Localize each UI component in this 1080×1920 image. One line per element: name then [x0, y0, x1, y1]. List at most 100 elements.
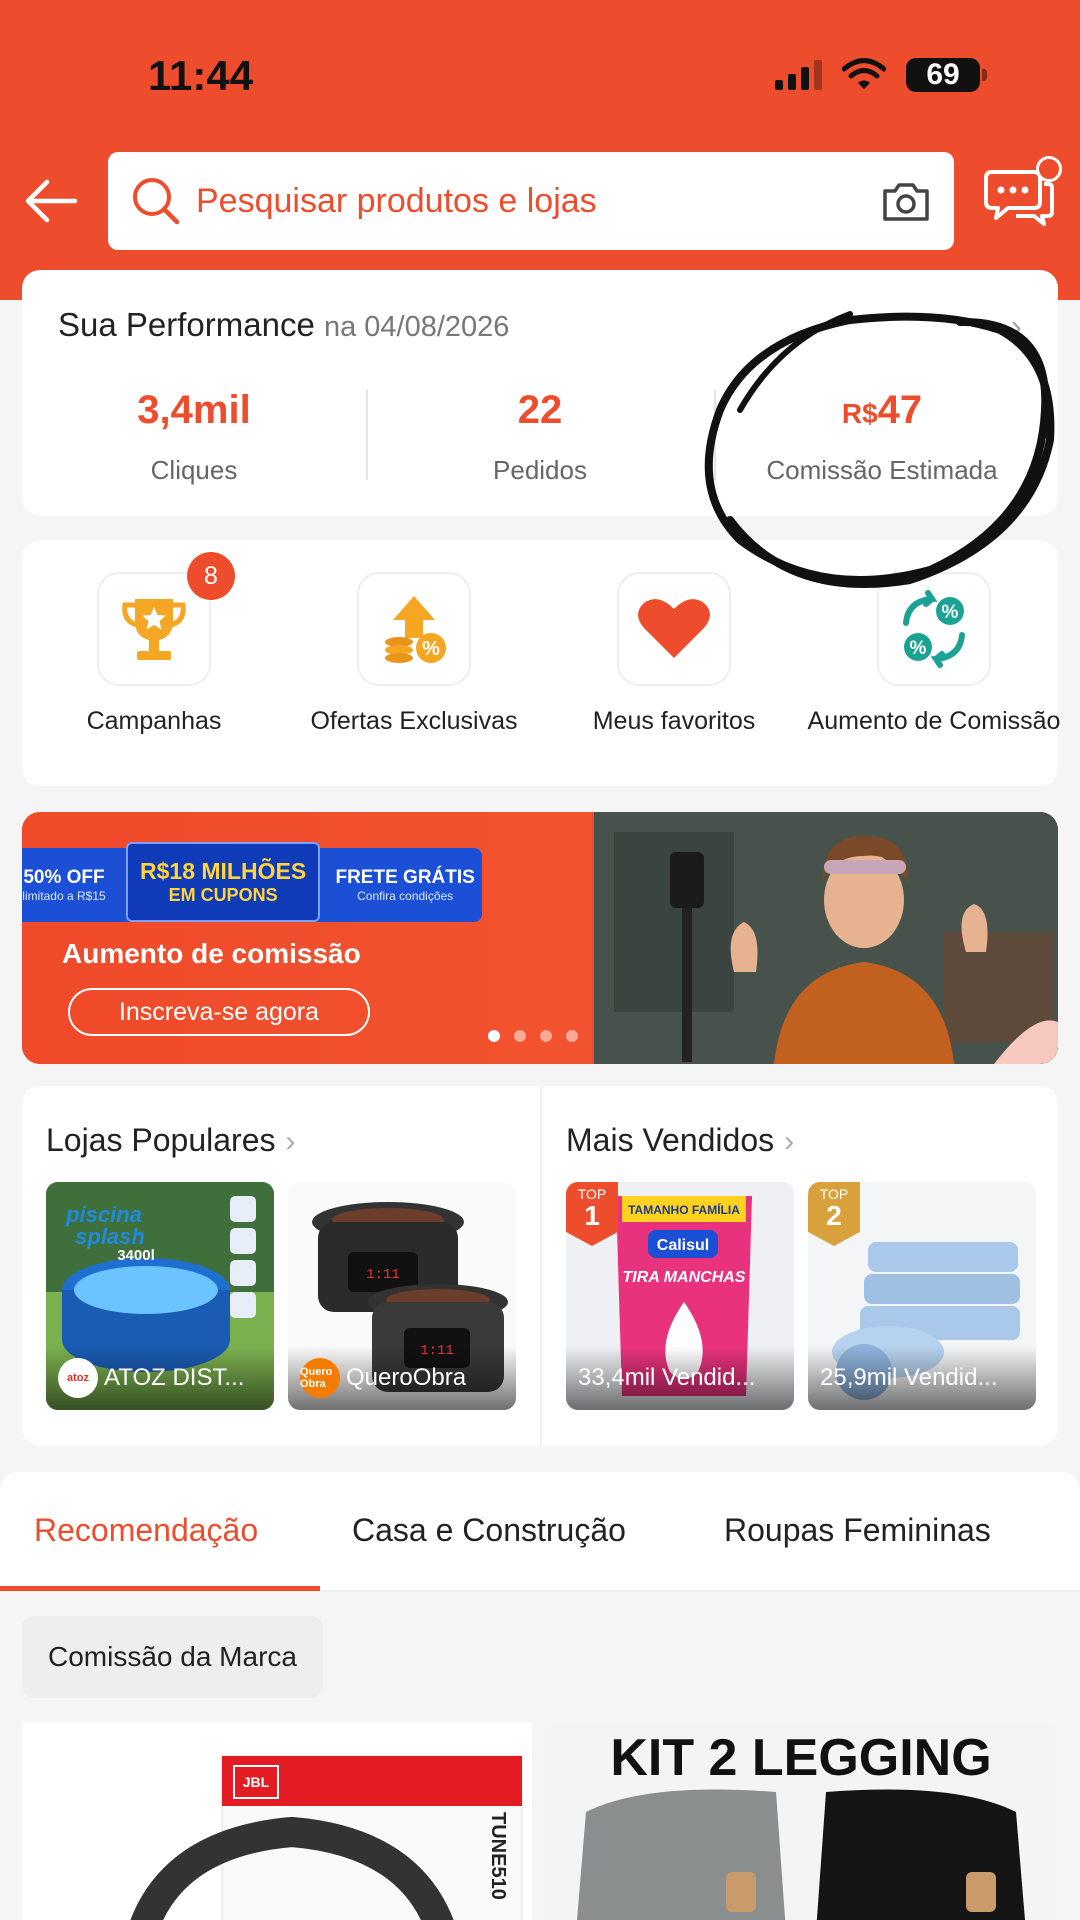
- notification-dot: [1036, 156, 1062, 182]
- store-name: ATOZ DIST...: [104, 1364, 245, 1391]
- metric-divider: [366, 390, 368, 480]
- tab-casa-e-construcao[interactable]: Casa e Construção: [352, 1512, 626, 1549]
- heart-icon: [638, 599, 710, 658]
- svg-text:%: %: [910, 638, 927, 659]
- coins-percent-icon: %: [385, 596, 446, 663]
- tab-recomendacao[interactable]: Recomendação: [34, 1512, 258, 1549]
- header-bar: [0, 0, 1080, 300]
- notification-badge: 8: [187, 552, 235, 600]
- percent-exchange-icon: % %: [903, 590, 965, 668]
- svg-text:%: %: [422, 638, 440, 660]
- best-seller-card-1[interactable]: TAMANHO FAMÍLIA Calisul TIRA MANCHAS TOP…: [566, 1182, 794, 1410]
- popular-stores-title: Lojas Populares: [46, 1122, 276, 1158]
- sold-count: 25,9mil Vendid...: [820, 1364, 998, 1391]
- rank-number: 1: [584, 1200, 600, 1231]
- store-caption: atoz ATOZ DIST...: [46, 1346, 274, 1410]
- chevron-right-icon: ›: [285, 1125, 296, 1158]
- camera-icon[interactable]: [880, 175, 932, 227]
- product-caption: 33,4mil Vendid...: [566, 1346, 794, 1410]
- coupon-amount-line1: R$18 MILHÕES: [140, 858, 307, 884]
- store-card-queroobra[interactable]: 1:11 1:11 Quero Obra QueroObra: [288, 1182, 516, 1410]
- search-icon: [133, 178, 180, 225]
- quick-action-favorites[interactable]: Meus favoritos: [544, 572, 804, 736]
- product-card-headphones[interactable]: JBL TUNE510: [22, 1722, 532, 1920]
- package-top-text: TAMANHO FAMÍLIA: [628, 1202, 740, 1217]
- svg-text:1:11: 1:11: [366, 1267, 400, 1283]
- tab-roupas-femininas[interactable]: Roupas Femininas: [724, 1512, 991, 1549]
- svg-text:%: %: [942, 602, 959, 623]
- promo-banner[interactable]: 50% OFF limitado a R$15 R$18 MILHÕES EM …: [22, 812, 1058, 1064]
- sold-count: 33,4mil Vendid...: [578, 1364, 756, 1391]
- headphones-box-image: JBL TUNE510: [130, 1755, 523, 1920]
- arrow-left-icon: [25, 179, 78, 223]
- filter-chip-brand-commission[interactable]: Comissão da Marca: [22, 1616, 323, 1698]
- package-product-text: TIRA MANCHAS: [623, 1269, 746, 1286]
- cellular-signal-icon: [775, 60, 822, 90]
- quick-action-icon-box: %: [357, 572, 471, 686]
- package-brand-text: Calisul: [657, 1237, 709, 1254]
- box-model-text: TUNE510: [487, 1812, 509, 1900]
- quick-action-label: Ofertas Exclusivas: [310, 707, 518, 735]
- leggings-image: [577, 1789, 1025, 1920]
- svg-text:3400l: 3400l: [117, 1247, 155, 1264]
- best-seller-card-2[interactable]: TOP 2 25,9mil Vendid...: [808, 1182, 1036, 1410]
- free-shipping-title: FRETE GRÁTIS: [335, 867, 475, 888]
- metric-commission: R$47 Comissão Estimada: [732, 388, 1032, 486]
- banner-left-panel: 50% OFF limitado a R$15 R$18 MILHÕES EM …: [22, 812, 592, 1064]
- status-time: 11:44: [148, 52, 254, 99]
- metric-orders: 22 Pedidos: [390, 388, 690, 486]
- coupon-strip: 50% OFF limitado a R$15 R$18 MILHÕES EM …: [22, 842, 482, 922]
- coupon-discount: 50% OFF limitado a R$15: [22, 867, 116, 903]
- chevron-right-icon: ›: [1010, 308, 1022, 346]
- coupon-free-shipping: FRETE GRÁTIS Confira condições: [330, 867, 480, 903]
- status-icons: 69: [775, 58, 987, 92]
- quick-action-icon-box: 8: [97, 552, 235, 686]
- store-name: QueroObra: [346, 1364, 467, 1391]
- coupon-discount-note: limitado a R$15: [22, 889, 106, 903]
- quick-action-icon-box: [617, 572, 731, 686]
- metric-label: Cliques: [150, 455, 238, 485]
- rank-label: TOP: [577, 1186, 607, 1202]
- woman-waving-photo: [594, 812, 1058, 1064]
- metric-value: 22: [517, 388, 563, 432]
- performance-card[interactable]: Sua Performance na 04/08/2026 › 3,4mil C…: [22, 270, 1058, 516]
- popular-section: Lojas Populares › Mais Vendidos › piscina …: [22, 1086, 1058, 1446]
- signup-button[interactable]: Inscreva-se agora: [68, 988, 370, 1036]
- search-bar[interactable]: Pesquisar produtos e lojas: [108, 152, 954, 250]
- battery-icon: 69: [906, 58, 987, 92]
- rank-number: 2: [826, 1200, 842, 1231]
- banner-title: Aumento de comissão: [62, 938, 361, 969]
- quick-actions-card: 8 Campanhas % Ofertas Exclusivas Meus fa…: [22, 540, 1060, 786]
- quick-action-label: Aumento de Comissão: [807, 707, 1061, 735]
- metric-label: Pedidos: [493, 455, 587, 485]
- store-logo: atoz: [58, 1358, 98, 1398]
- quick-action-commission-boost[interactable]: % % Aumento de Comissão: [804, 572, 1064, 736]
- best-sellers-title: Mais Vendidos: [566, 1122, 775, 1158]
- quick-action-icon-box: % %: [877, 572, 991, 686]
- metric-divider: [714, 390, 716, 480]
- performance-title: Sua Performance na 04/08/2026: [58, 306, 509, 344]
- free-shipping-note: Confira condições: [357, 889, 454, 903]
- box-brand-text: JBL: [243, 1774, 270, 1790]
- coupon-amount-line2: EM CUPONS: [168, 885, 278, 905]
- coupon-discount-title: 50% OFF: [23, 867, 105, 888]
- product-card-leggings[interactable]: KIT 2 LEGGING: [546, 1722, 1056, 1920]
- popular-stores-link[interactable]: Lojas Populares ›: [46, 1122, 295, 1159]
- commission-value: 47: [877, 388, 923, 432]
- back-button[interactable]: [22, 172, 80, 230]
- store-card-atoz[interactable]: piscina splash 3400l atoz ATOZ DIST...: [46, 1182, 274, 1410]
- best-sellers-link[interactable]: Mais Vendidos ›: [566, 1122, 794, 1159]
- carousel-dots: [488, 1030, 578, 1042]
- metric-label: Comissão Estimada: [766, 455, 998, 485]
- category-tabs: Recomendação Casa e Construção Roupas Fe…: [0, 1472, 1080, 1592]
- coupon-amount: R$18 MILHÕES EM CUPONS: [126, 842, 321, 922]
- search-placeholder: Pesquisar produtos e lojas: [196, 181, 597, 220]
- quick-action-exclusive-offers[interactable]: % Ofertas Exclusivas: [284, 572, 544, 736]
- metric-value: 3,4mil: [137, 388, 251, 432]
- quick-action-campaigns[interactable]: 8 Campanhas: [24, 552, 284, 736]
- wifi-icon: [842, 58, 886, 89]
- currency-symbol: R$: [841, 398, 878, 429]
- metric-clicks: 3,4mil Cliques: [44, 388, 344, 486]
- rank-label: TOP: [819, 1186, 849, 1202]
- performance-date: na 04/08/2026: [323, 311, 510, 343]
